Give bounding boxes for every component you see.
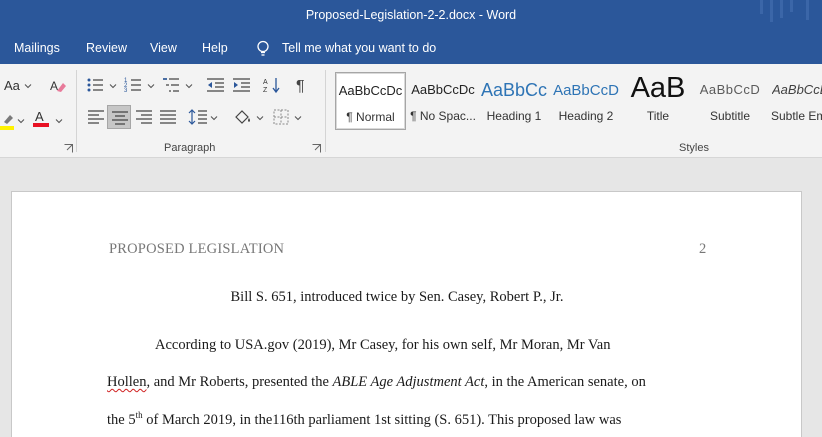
- chevron-down-icon[interactable]: [210, 114, 218, 122]
- chevron-down-icon[interactable]: [294, 114, 302, 122]
- decoration-stroke: [760, 0, 763, 14]
- style-sample: AaBbCcD: [699, 82, 761, 97]
- font-dialog-launcher-icon[interactable]: [64, 144, 73, 153]
- chevron-down-icon[interactable]: [55, 117, 63, 125]
- ribbon: Aa A A 1 2 3 A Z ¶ Paragraph AaBbCcDc ¶ …: [0, 64, 822, 158]
- menu-mailings[interactable]: Mailings: [14, 41, 60, 55]
- style-no-spacing[interactable]: AaBbCcDc ¶ No Spac...: [408, 72, 478, 130]
- line-spacing-icon[interactable]: [188, 108, 208, 126]
- svg-text:A: A: [35, 109, 44, 124]
- style-name: Heading 2: [558, 109, 614, 123]
- decoration-stroke: [790, 0, 793, 12]
- menu-help[interactable]: Help: [202, 41, 228, 55]
- paragraph-line-1: According to USA.gov (2019), Mr Casey, f…: [155, 337, 611, 353]
- style-sample: AaBbCcDc: [338, 83, 403, 98]
- chevron-down-icon[interactable]: [24, 82, 32, 90]
- window-title: Proposed-Legislation-2-2.docx - Word: [305, 8, 517, 22]
- sort-icon[interactable]: A Z: [262, 76, 282, 94]
- style-name: ¶ Normal: [346, 110, 395, 124]
- style-subtitle[interactable]: AaBbCcD Subtitle: [698, 72, 762, 130]
- document-page[interactable]: PROPOSED LEGISLATION 2 Bill S. 651, intr…: [11, 191, 802, 437]
- style-sample: AaBbCcDd: [772, 82, 822, 97]
- tell-me-search[interactable]: Tell me what you want to do: [282, 41, 436, 55]
- decoration-stroke: [770, 0, 773, 22]
- style-name: Heading 1: [486, 109, 542, 123]
- borders-icon[interactable]: [272, 108, 292, 126]
- page-number: 2: [699, 241, 707, 257]
- justify-icon[interactable]: [158, 108, 178, 126]
- text-run: of March 2019, in the116th parliament 1s…: [142, 412, 622, 428]
- menu-review[interactable]: Review: [86, 41, 127, 55]
- decoration-stroke: [780, 0, 783, 18]
- document-title: Bill S. 651, introduced twice by Sen. Ca…: [230, 289, 564, 305]
- style-heading-1[interactable]: AaBbCc Heading 1: [481, 72, 547, 130]
- svg-text:3: 3: [124, 88, 128, 94]
- style-heading-2[interactable]: AaBbCcD Heading 2: [553, 72, 619, 130]
- paragraph-group-label: Paragraph: [164, 142, 216, 154]
- align-center-icon: [112, 111, 128, 125]
- style-name: Subtitle: [709, 109, 751, 123]
- chevron-down-icon[interactable]: [185, 82, 193, 90]
- numbering-icon[interactable]: 1 2 3: [124, 76, 144, 94]
- text-run: , and Mr Roberts, presented the: [146, 374, 333, 390]
- decrease-indent-icon[interactable]: [206, 76, 226, 94]
- show-formatting-marks-icon[interactable]: ¶: [292, 76, 312, 94]
- svg-text:Z: Z: [263, 87, 268, 94]
- chevron-down-icon[interactable]: [109, 82, 117, 90]
- increase-indent-icon[interactable]: [232, 76, 252, 94]
- align-left-icon[interactable]: [86, 108, 106, 126]
- clear-formatting-icon[interactable]: A: [48, 77, 68, 95]
- text-run: the 5: [107, 412, 136, 428]
- style-name: Title: [646, 109, 670, 123]
- paragraph-line-2: Hollen, and Mr Roberts, presented the AB…: [107, 374, 646, 391]
- align-center-button[interactable]: [107, 105, 131, 129]
- style-sample: AaBbCc: [481, 80, 547, 100]
- style-sample: AaBbCcDc: [411, 82, 475, 97]
- style-name: Subtle Em...: [771, 109, 822, 123]
- style-subtle-emphasis[interactable]: AaBbCcDd Subtle Em...: [768, 72, 822, 130]
- menu-bar: Mailings Review View Help Tell me what y…: [0, 34, 822, 64]
- document-area[interactable]: PROPOSED LEGISLATION 2 Bill S. 651, intr…: [0, 159, 822, 437]
- chevron-down-icon[interactable]: [17, 117, 25, 125]
- align-right-icon[interactable]: [134, 108, 154, 126]
- bullets-icon[interactable]: [86, 76, 106, 94]
- decoration-stroke: [806, 0, 809, 20]
- shading-icon[interactable]: [233, 108, 253, 126]
- styles-group-label: Styles: [679, 142, 709, 154]
- svg-text:¶: ¶: [296, 78, 305, 94]
- title-bar: Proposed-Legislation-2-2.docx - Word: [0, 0, 822, 34]
- group-divider: [325, 70, 326, 152]
- paragraph-dialog-launcher-icon[interactable]: [312, 144, 321, 153]
- style-sample: AaBbCcD: [553, 82, 619, 99]
- style-normal[interactable]: AaBbCcDc ¶ Normal: [335, 72, 406, 130]
- spelling-error-word[interactable]: Hollen: [107, 374, 146, 390]
- style-sample: AaB: [630, 72, 686, 104]
- menu-view[interactable]: View: [150, 41, 177, 55]
- ordinal-suffix: th: [135, 410, 143, 420]
- multilevel-list-icon[interactable]: [162, 76, 182, 94]
- style-name: ¶ No Spac...: [410, 109, 476, 123]
- chevron-down-icon[interactable]: [256, 114, 264, 122]
- svg-text:A: A: [50, 79, 58, 93]
- italic-act-name: ABLE Age Adjustment Act: [332, 374, 485, 390]
- style-title[interactable]: AaB Title: [626, 72, 690, 130]
- group-divider: [76, 70, 77, 152]
- svg-text:A: A: [263, 79, 268, 86]
- chevron-down-icon[interactable]: [147, 82, 155, 90]
- change-case-button[interactable]: Aa: [4, 78, 20, 93]
- font-color-icon[interactable]: A: [32, 109, 52, 127]
- paragraph-line-3: the 5th of March 2019, in the116th parli…: [107, 410, 621, 429]
- running-header: PROPOSED LEGISLATION: [109, 241, 285, 257]
- text-run: , in the American senate, on: [484, 374, 646, 390]
- lightbulb-icon[interactable]: [256, 40, 270, 58]
